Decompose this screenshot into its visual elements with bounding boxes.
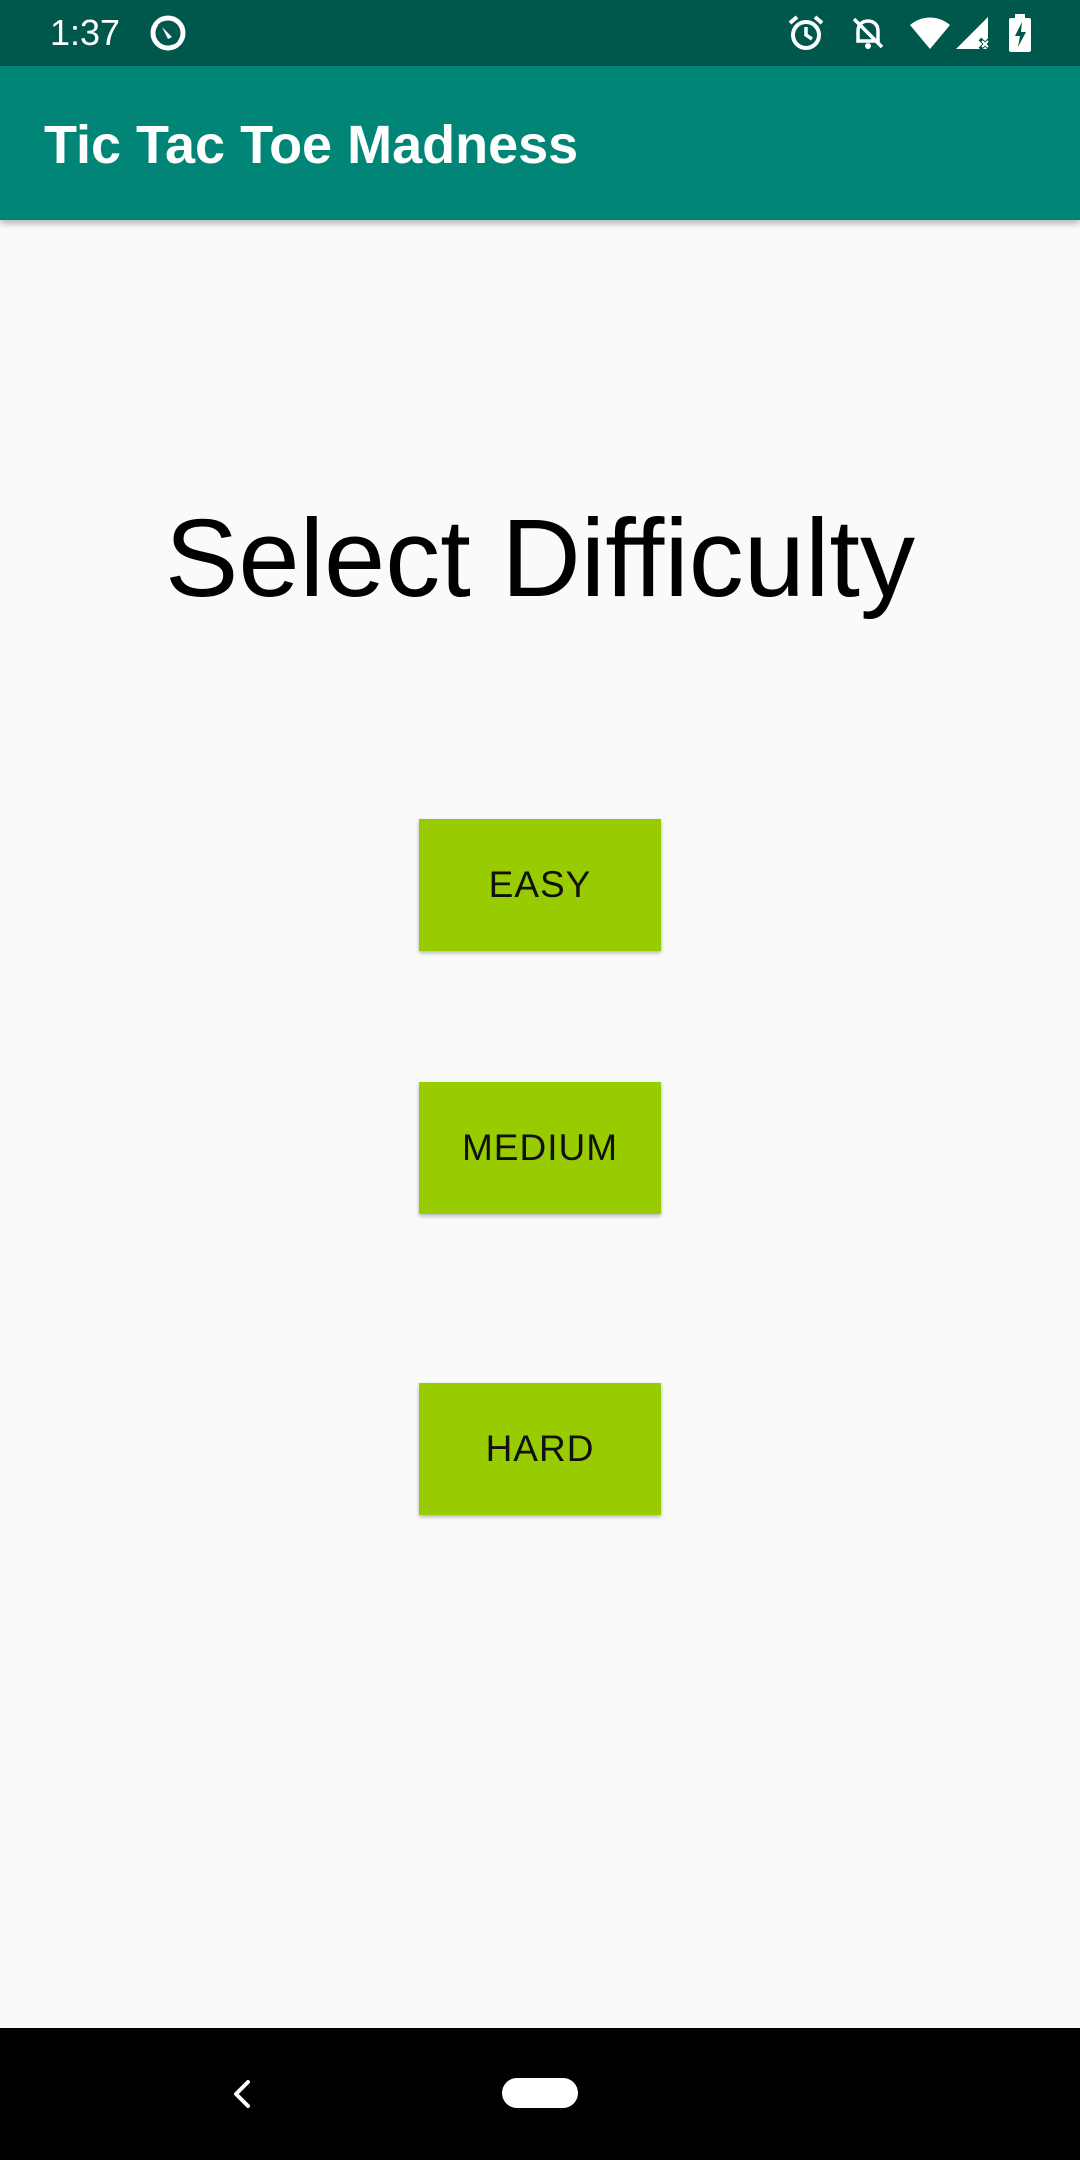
home-pill-icon[interactable]	[502, 2078, 578, 2108]
status-time: 1:37	[50, 12, 121, 53]
wifi-icon	[910, 13, 950, 53]
alarm-icon	[786, 13, 826, 53]
navigation-bar	[0, 2028, 1080, 2160]
notifications-off-icon	[848, 13, 888, 53]
easy-button[interactable]: EASY	[419, 819, 661, 951]
page-title: Select Difficulty	[165, 497, 915, 620]
hard-button[interactable]: HARD	[419, 1383, 661, 1515]
status-bar: 1:37	[0, 0, 1080, 66]
sync-icon	[148, 13, 188, 53]
signal-icon	[954, 13, 994, 53]
app-bar: Tic Tac Toe Madness	[0, 66, 1080, 220]
app-title: Tic Tac Toe Madness	[44, 115, 579, 175]
medium-button[interactable]: MEDIUM	[419, 1082, 661, 1214]
back-icon[interactable]	[222, 2074, 262, 2114]
battery-charging-icon	[1004, 13, 1044, 53]
